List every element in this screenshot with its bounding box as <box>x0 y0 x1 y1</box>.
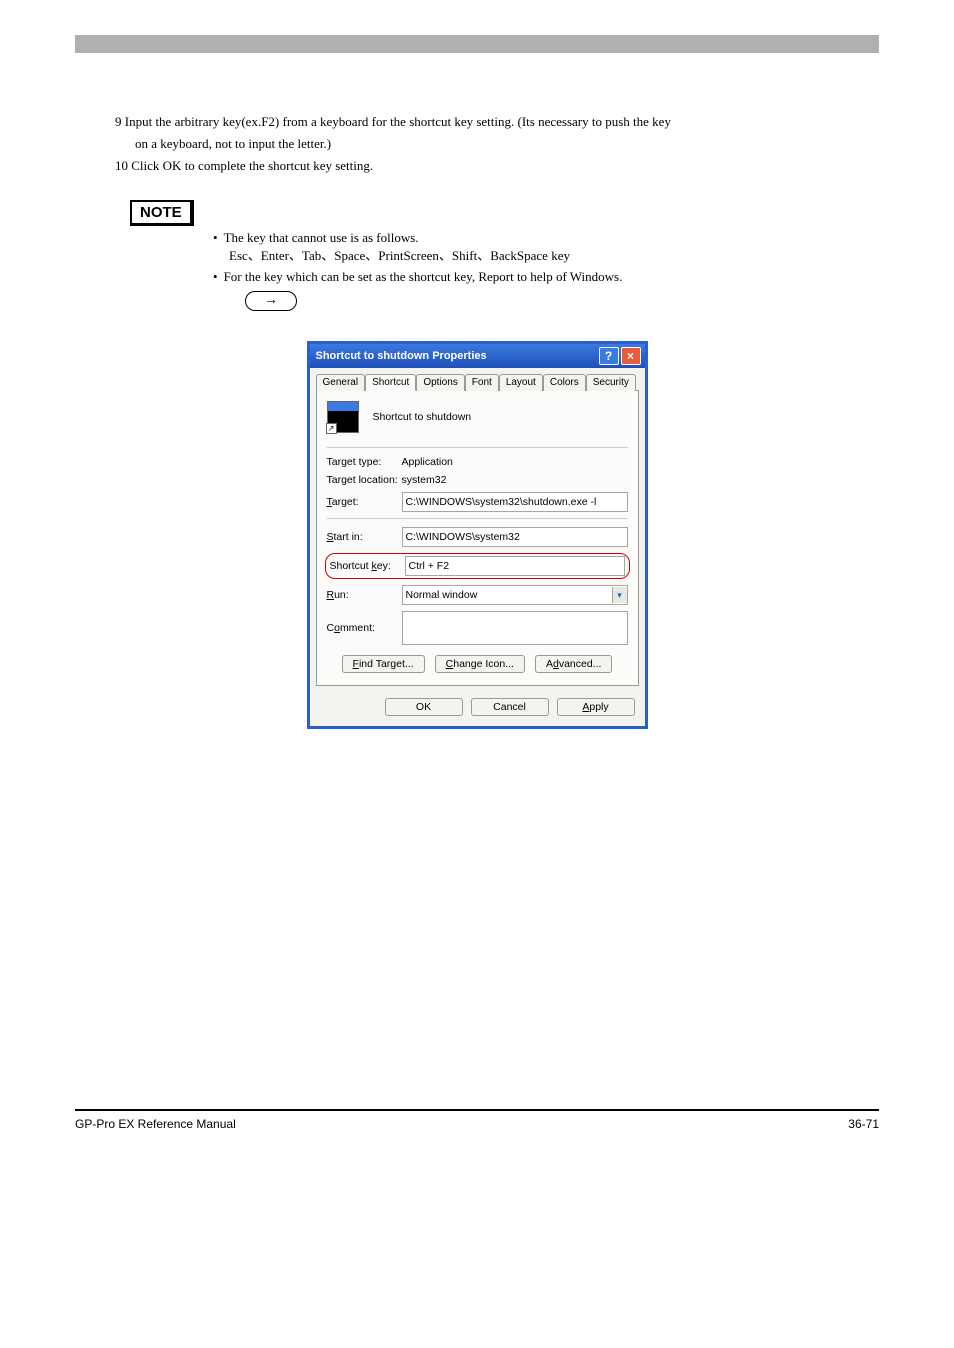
tab-body: Shortcut to shutdown Target type: Applic… <box>316 390 639 686</box>
separator <box>327 447 628 448</box>
ok-button[interactable]: OK <box>385 698 463 716</box>
tab-colors[interactable]: Colors <box>543 374 586 391</box>
tab-options[interactable]: Options <box>416 374 464 391</box>
target-location-label: Target location: <box>327 474 402 486</box>
separator <box>327 518 628 519</box>
find-target-button[interactable]: Find Target... <box>342 655 425 673</box>
header-bar <box>75 35 879 53</box>
properties-dialog: Shortcut to shutdown Properties ? × Gene… <box>307 341 648 729</box>
footer-left: GP-Pro EX Reference Manual <box>75 1117 236 1131</box>
step-10: 10 Click OK to complete the shortcut key… <box>115 157 879 175</box>
shortcut-name-label: Shortcut to shutdown <box>373 411 472 423</box>
step-9-line2: on a keyboard, not to input the letter.) <box>135 135 879 153</box>
shortcut-key-input[interactable] <box>405 556 625 576</box>
change-icon-button[interactable]: Change Icon... <box>435 655 525 673</box>
shortcut-key-label: Shortcut key: <box>330 560 405 572</box>
cancel-button[interactable]: Cancel <box>471 698 549 716</box>
start-in-label: Start in: <box>327 531 402 543</box>
chevron-down-icon[interactable]: ▾ <box>612 587 627 603</box>
tab-shortcut[interactable]: Shortcut <box>365 374 416 391</box>
close-icon[interactable]: × <box>621 347 641 365</box>
tab-security[interactable]: Security <box>586 374 636 391</box>
bullet-dot: • <box>213 230 218 246</box>
apply-button[interactable]: Apply <box>557 698 635 716</box>
highlight-annotation: Shortcut key: <box>325 553 630 579</box>
run-value: Normal window <box>406 589 478 601</box>
tab-font[interactable]: Font <box>465 374 499 391</box>
comment-input[interactable] <box>402 611 628 645</box>
target-input[interactable] <box>402 492 628 512</box>
bullet-dot: • <box>213 269 218 285</box>
tab-general[interactable]: General <box>316 374 366 391</box>
tab-strip: General Shortcut Options Font Layout Col… <box>310 368 645 390</box>
advanced-button[interactable]: Advanced... <box>535 655 612 673</box>
note-bullet-1a: The key that cannot use is as follows. <box>224 230 419 246</box>
start-in-input[interactable] <box>402 527 628 547</box>
arrow-pill-icon: → <box>245 291 297 311</box>
run-select[interactable]: Normal window ▾ <box>402 585 628 605</box>
target-label: Target: <box>327 496 402 508</box>
target-location-value: system32 <box>402 474 447 486</box>
note-label: NOTE <box>130 200 194 226</box>
footer-right: 36-71 <box>848 1117 879 1131</box>
comment-label: Comment: <box>327 622 402 634</box>
dialog-title: Shortcut to shutdown Properties <box>316 350 487 362</box>
target-type-value: Application <box>402 456 453 468</box>
target-type-label: Target type: <box>327 456 402 468</box>
shortcut-file-icon <box>327 401 359 433</box>
note-bullet-1b: Esc、Enter、Tab、Space、PrintScreen、Shift、Ba… <box>229 246 879 266</box>
dialog-titlebar[interactable]: Shortcut to shutdown Properties ? × <box>310 344 645 368</box>
step-9-line1: 9 Input the arbitrary key(ex.F2) from a … <box>115 113 879 131</box>
help-icon[interactable]: ? <box>599 347 619 365</box>
run-label: Run: <box>327 589 402 601</box>
page-footer: GP-Pro EX Reference Manual 36-71 <box>75 1109 879 1131</box>
tab-layout[interactable]: Layout <box>499 374 543 391</box>
note-bullet-2: For the key which can be set as the shor… <box>224 269 623 285</box>
